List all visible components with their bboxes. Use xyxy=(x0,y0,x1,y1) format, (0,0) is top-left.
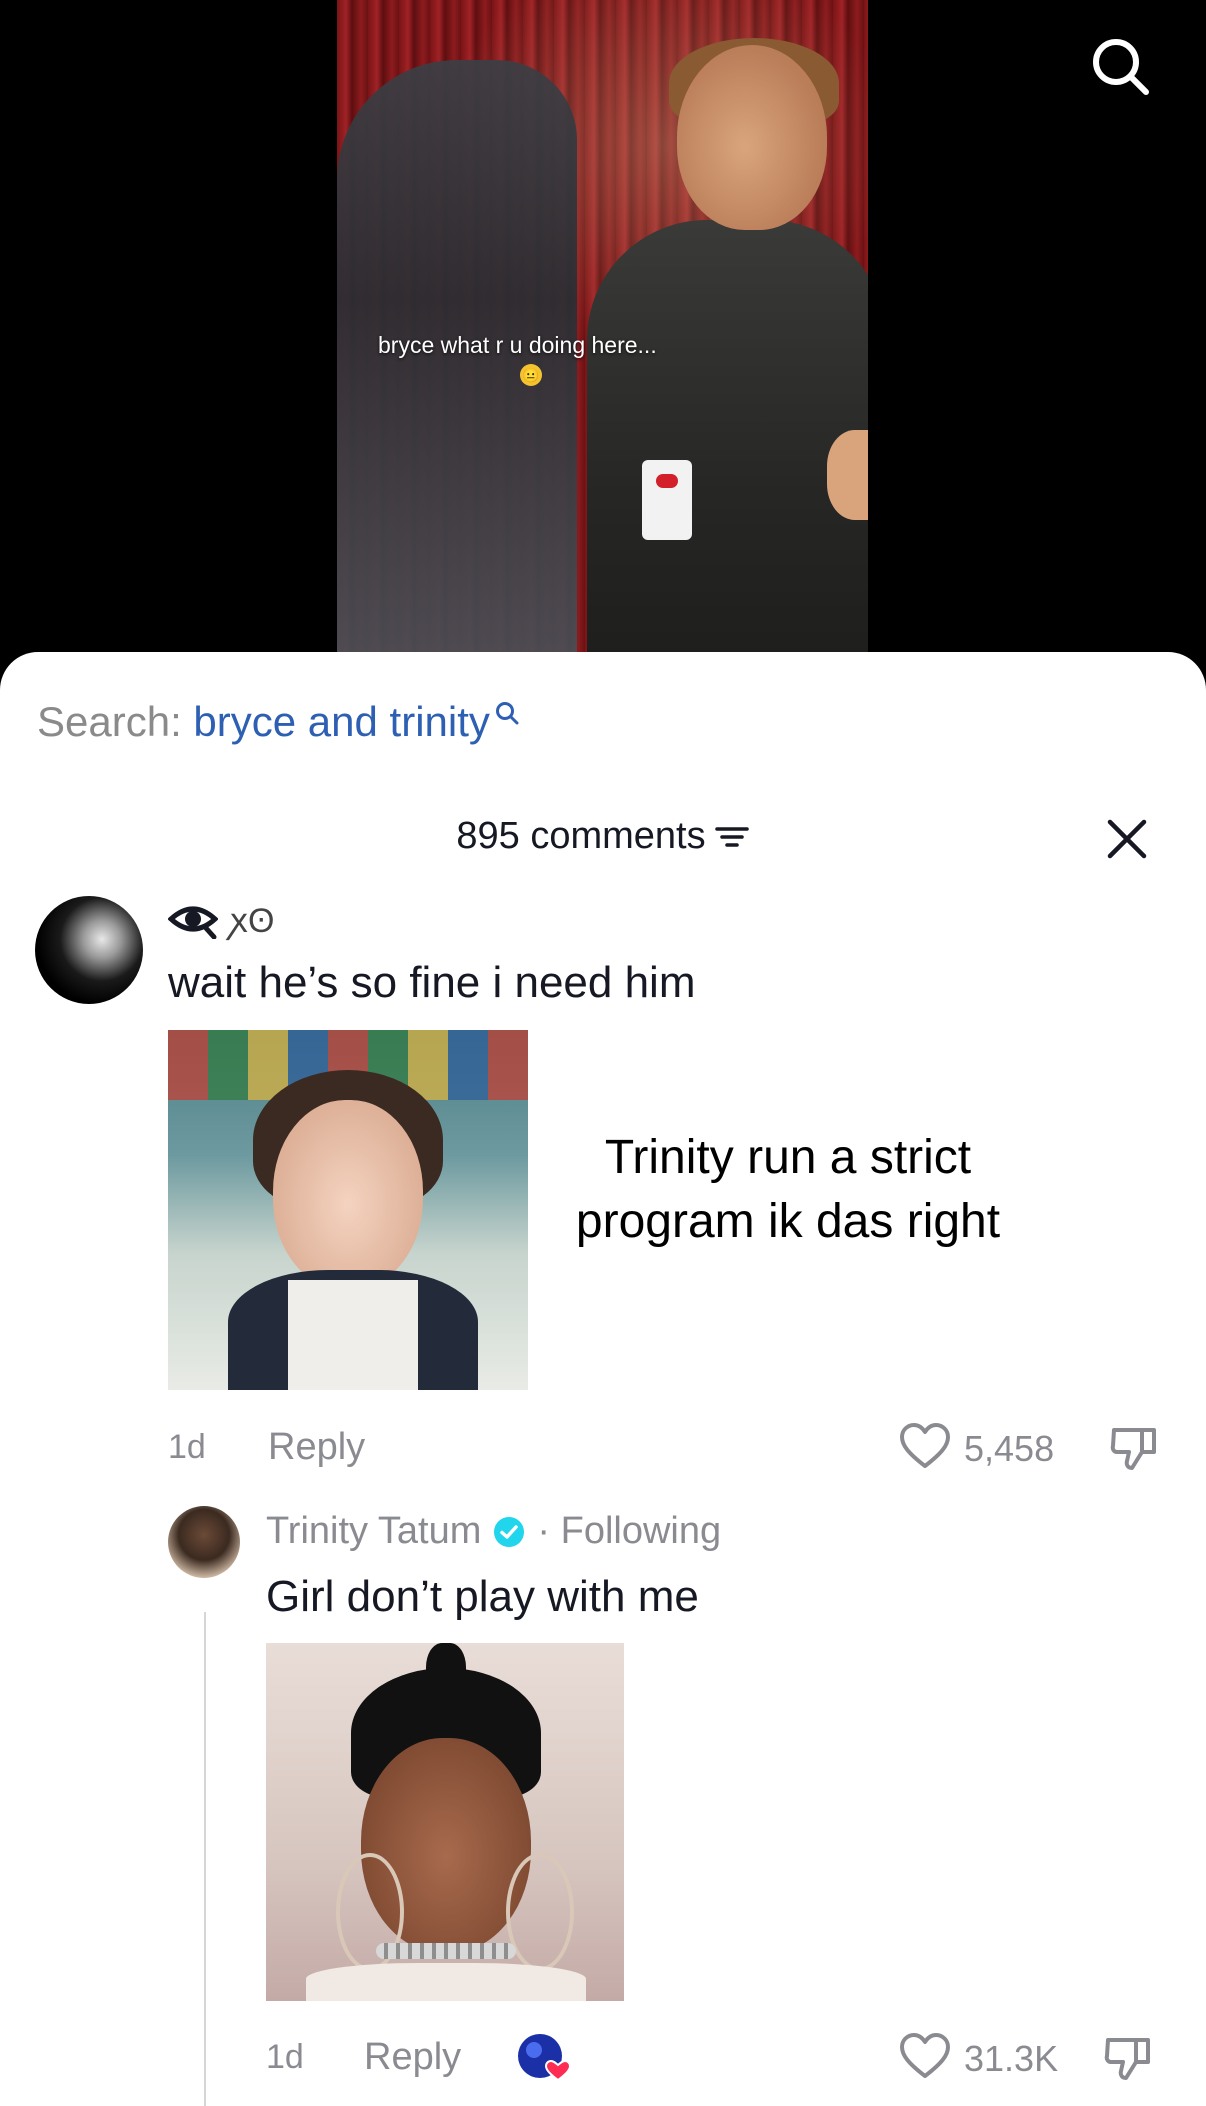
reply-username[interactable]: Trinity Tatum · Following xyxy=(266,1510,721,1553)
reply-username-text: Trinity Tatum xyxy=(266,1510,482,1552)
reply-avatar[interactable] xyxy=(168,1506,240,1578)
comment-username[interactable]: ꭗʘ xyxy=(168,896,274,942)
comments-count: 895 comments xyxy=(456,815,706,858)
video-person-head xyxy=(677,45,827,230)
search-icon[interactable] xyxy=(1088,34,1152,98)
gif-necklace xyxy=(376,1943,516,1959)
heart-icon[interactable] xyxy=(898,1420,952,1474)
video-caption: bryce what r u doing here... xyxy=(378,332,657,358)
reply-actions: 1d Reply 31.3K xyxy=(266,2030,1166,2090)
eye-icon xyxy=(168,906,218,939)
search-prefix: Search: xyxy=(37,698,182,745)
thread-line xyxy=(204,1612,206,2106)
heart-icon[interactable] xyxy=(898,2030,952,2084)
reply-text: Girl don’t play with me xyxy=(266,1572,699,1621)
comments-sheet: Search: bryce and trinity 895 comments ꭗ… xyxy=(0,652,1206,2106)
reply-gif[interactable] xyxy=(266,1643,624,2001)
search-term[interactable]: bryce and trinity xyxy=(193,698,489,745)
gif-overlay-text: Trinity run a strict program ik das righ… xyxy=(575,1131,1001,1248)
creator-liked-icon xyxy=(518,2034,572,2082)
comment-actions: 1d Reply 5,458 xyxy=(168,1420,1168,1480)
close-icon[interactable] xyxy=(1104,816,1150,862)
gif-person-top xyxy=(306,1963,586,2001)
like-count: 31.3K xyxy=(964,2038,1059,2079)
gif-person-face xyxy=(273,1100,423,1290)
following-label[interactable]: · Following xyxy=(537,1510,721,1553)
gif-earring-right xyxy=(506,1853,574,1971)
reply-time: 1d xyxy=(266,2038,304,2076)
comment-username-text: ꭗʘ xyxy=(230,902,275,940)
dislike-icon[interactable] xyxy=(1108,1422,1160,1474)
comment-gif[interactable] xyxy=(168,1030,528,1390)
caption-emoji: 😐 xyxy=(520,364,542,386)
search-mini-icon xyxy=(495,702,519,725)
microphone xyxy=(642,460,692,540)
sort-icon[interactable] xyxy=(714,822,750,852)
video-frame[interactable] xyxy=(337,0,868,660)
dislike-icon[interactable] xyxy=(1102,2032,1154,2084)
reply-button[interactable]: Reply xyxy=(364,2036,461,2079)
comment-time: 1d xyxy=(168,1428,206,1466)
search-suggestion[interactable]: Search: bryce and trinity xyxy=(37,698,520,746)
video-person-right xyxy=(587,220,868,660)
mic-logo xyxy=(656,474,678,488)
comments-header: 895 comments xyxy=(0,814,1206,858)
verified-icon xyxy=(494,1516,525,1547)
like-count: 5,458 xyxy=(964,1428,1055,1469)
avatar[interactable] xyxy=(35,896,143,1004)
comment-text: wait he’s so fine i need him xyxy=(168,958,696,1007)
gif-person-shirt xyxy=(288,1280,418,1390)
video-hand xyxy=(827,430,868,520)
video-person-left xyxy=(337,60,577,660)
video-player[interactable]: bryce what r u doing here... 😐 xyxy=(0,0,1206,680)
reply-button[interactable]: Reply xyxy=(268,1426,365,1469)
